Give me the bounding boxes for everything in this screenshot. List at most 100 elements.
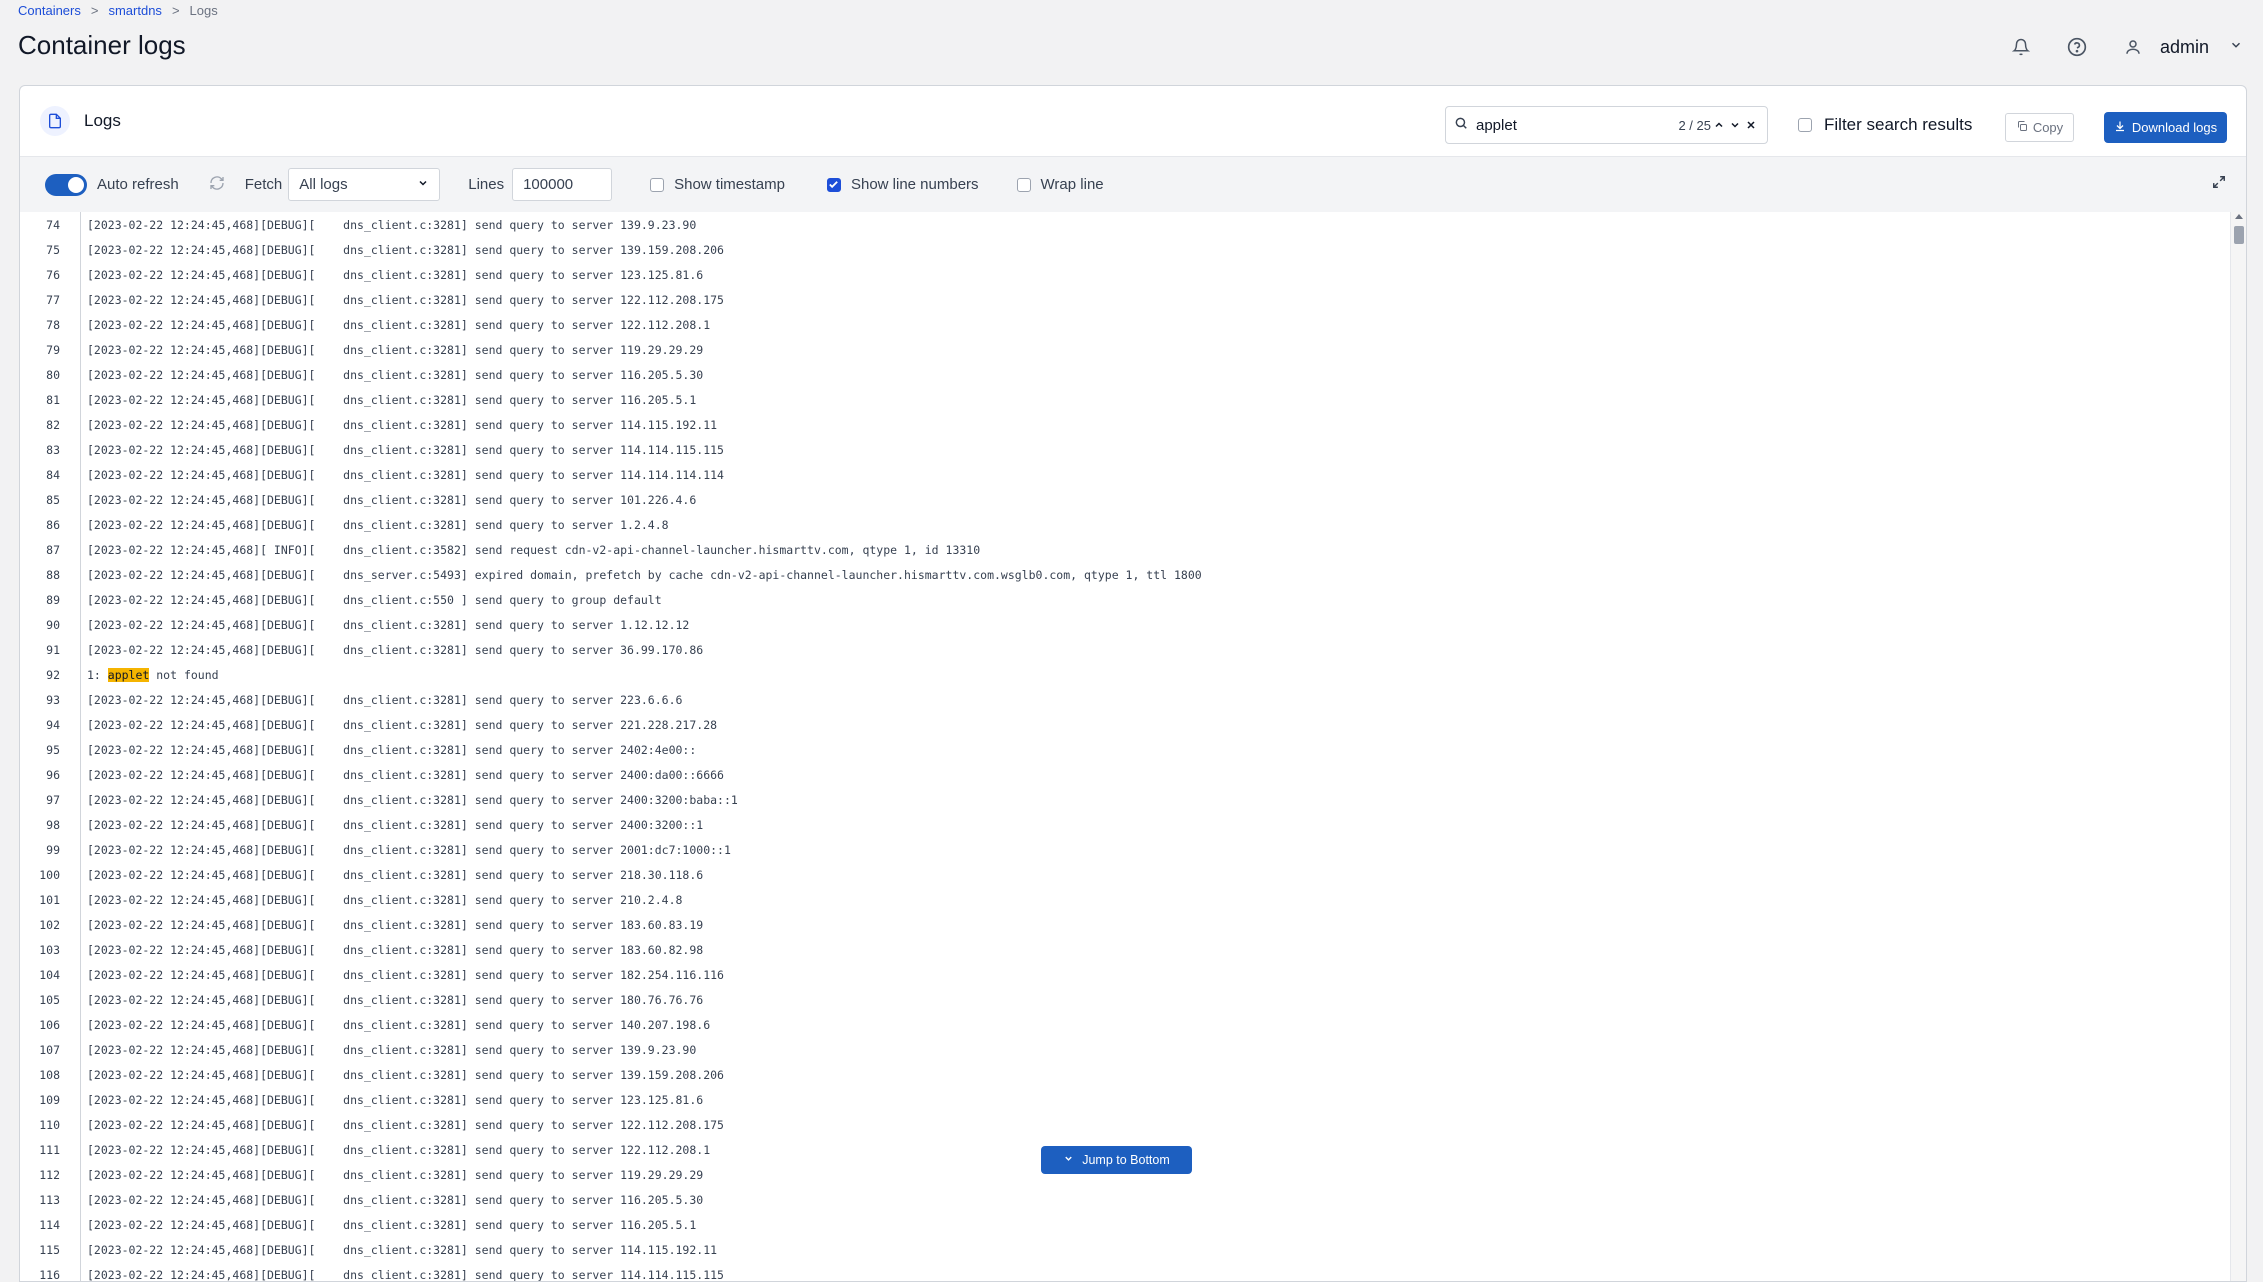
log-line: 98 [2023-02-22 12:24:45,468][DEBUG][ dns_…: [20, 812, 2230, 837]
jump-to-bottom-label: Jump to Bottom: [1082, 1153, 1170, 1167]
log-text: [2023-02-22 12:24:45,468][DEBUG][ dns_cl…: [87, 717, 718, 732]
line-number: 78: [46, 317, 60, 332]
log-text: [2023-02-22 12:24:45,468][DEBUG][ dns_cl…: [87, 267, 704, 282]
lines-input[interactable]: [512, 168, 613, 201]
refresh-icon[interactable]: [209, 175, 225, 195]
card-title: Logs: [84, 111, 121, 130]
search-highlight: applet: [107, 667, 150, 682]
wrap-line-label: Wrap line: [1040, 176, 1104, 193]
log-line: 89 [2023-02-22 12:24:45,468][DEBUG][ dns_…: [20, 587, 2230, 612]
auto-refresh-toggle[interactable]: [45, 173, 87, 196]
log-line: 102 [2023-02-22 12:24:45,468][DEBUG][ dns…: [20, 912, 2230, 937]
log-text: [2023-02-22 12:24:45,468][DEBUG][ dns_cl…: [87, 917, 704, 932]
line-number: 89: [46, 592, 60, 607]
line-number-gutter: [80, 212, 81, 1281]
log-viewer[interactable]: 74 [2023-02-22 12:24:45,468][DEBUG][ dns_…: [20, 212, 2230, 1282]
fetch-label: Fetch: [244, 176, 283, 193]
breadcrumb-containers[interactable]: Containers: [18, 3, 81, 18]
chevron-down-icon: [1063, 1153, 1074, 1167]
log-line: 79 [2023-02-22 12:24:45,468][DEBUG][ dns_…: [20, 337, 2230, 362]
breadcrumb: Containers > smartdns > Logs: [18, 3, 218, 18]
download-logs-button[interactable]: Download logs: [2104, 112, 2227, 143]
scroll-up-arrow-icon[interactable]: [2235, 214, 2243, 219]
log-text: 1: applet not found: [80, 667, 219, 682]
wrap-line[interactable]: Wrap line: [1016, 176, 1104, 193]
log-text: [2023-02-22 12:24:45,468][DEBUG][ dns_cl…: [87, 442, 724, 457]
log-text: [2023-02-22 12:24:45,468][DEBUG][ dns_cl…: [87, 867, 704, 882]
line-number: 106: [39, 1017, 60, 1032]
log-line: 109 [2023-02-22 12:24:45,468][DEBUG][ dns…: [20, 1087, 2230, 1112]
log-line: 106 [2023-02-22 12:24:45,468][DEBUG][ dns…: [20, 1012, 2230, 1037]
fetch-select[interactable]: All logs: [288, 168, 441, 201]
jump-to-bottom-button[interactable]: Jump to Bottom: [1041, 1146, 1192, 1174]
wrap-line-checkbox[interactable]: [1016, 177, 1031, 192]
line-number: 81: [46, 392, 60, 407]
log-text: [2023-02-22 12:24:45,468][DEBUG][ dns_cl…: [87, 367, 704, 382]
log-toolbar: Auto refresh Fetch All logs Lines Show t…: [20, 156, 2246, 212]
bell-icon[interactable]: [2004, 30, 2038, 64]
filter-search-results[interactable]: Filter search results: [1798, 115, 1972, 135]
show-line-numbers[interactable]: Show line numbers: [826, 176, 979, 193]
expand-icon[interactable]: [2212, 175, 2226, 193]
line-number: 84: [46, 467, 60, 482]
chevron-down-icon: [2229, 38, 2243, 57]
line-number: 103: [39, 942, 60, 957]
log-scrollbar[interactable]: [2230, 212, 2246, 1281]
help-icon[interactable]: [2060, 30, 2094, 64]
line-number: 114: [39, 1217, 60, 1232]
filter-label: Filter search results: [1824, 115, 1973, 134]
search-icon: [1454, 116, 1468, 135]
line-number: 113: [39, 1192, 60, 1207]
chevron-down-icon[interactable]: [1727, 117, 1743, 133]
show-timestamp-label: Show timestamp: [674, 176, 785, 193]
auto-refresh-label: Auto refresh: [97, 176, 179, 193]
line-number: 96: [46, 767, 60, 782]
user-icon: [2116, 30, 2150, 64]
breadcrumb-smartdns[interactable]: smartdns: [108, 3, 161, 18]
line-number: 74: [46, 217, 60, 232]
line-number: 109: [39, 1092, 60, 1107]
line-number: 100: [39, 867, 60, 882]
log-text: [2023-02-22 12:24:45,468][DEBUG][ dns_cl…: [87, 767, 724, 782]
line-number: 85: [46, 492, 60, 507]
log-text: [2023-02-22 12:24:45,468][DEBUG][ dns_cl…: [87, 967, 724, 982]
copy-button[interactable]: Copy: [2005, 113, 2074, 142]
close-icon[interactable]: [1743, 117, 1759, 133]
line-number: 76: [46, 267, 60, 282]
show-timestamp[interactable]: Show timestamp: [650, 176, 785, 193]
log-text: [2023-02-22 12:24:45,468][DEBUG][ dns_cl…: [87, 792, 738, 807]
log-text: [2023-02-22 12:24:45,468][DEBUG][ dns_cl…: [87, 492, 697, 507]
chevron-up-icon[interactable]: [1711, 117, 1727, 133]
logs-card: Logs 2 / 25 Filter search results: [19, 85, 2247, 1282]
user-menu[interactable]: admin: [2116, 30, 2243, 64]
log-text: [2023-02-22 12:24:45,468][DEBUG][ dns_cl…: [87, 242, 724, 257]
log-text: [2023-02-22 12:24:45,468][DEBUG][ dns_cl…: [87, 592, 662, 607]
log-line: 85 [2023-02-22 12:24:45,468][DEBUG][ dns_…: [20, 487, 2230, 512]
log-line: 110 [2023-02-22 12:24:45,468][DEBUG][ dns…: [20, 1112, 2230, 1137]
line-number: 75: [46, 242, 60, 257]
filter-checkbox[interactable]: [1798, 118, 1812, 132]
show-line-numbers-checkbox[interactable]: [826, 177, 841, 192]
breadcrumb-separator: >: [90, 3, 99, 18]
search-input[interactable]: [1476, 116, 1676, 134]
header-actions: admin: [2004, 30, 2243, 64]
log-line: 116 [2023-02-22 12:24:45,468][DEBUG][ dns…: [20, 1262, 2230, 1282]
log-text: [2023-02-22 12:24:45,468][DEBUG][ dns_cl…: [87, 942, 704, 957]
log-text: [2023-02-22 12:24:45,468][DEBUG][ dns_cl…: [87, 1167, 704, 1182]
log-line: 76 [2023-02-22 12:24:45,468][DEBUG][ dns_…: [20, 262, 2230, 287]
line-number: 95: [46, 742, 60, 757]
log-text-post: not found: [149, 667, 219, 682]
line-number: 101: [39, 892, 60, 907]
show-timestamp-checkbox[interactable]: [650, 177, 665, 192]
search-match-count: 2 / 25: [1678, 117, 1711, 133]
log-line: 104 [2023-02-22 12:24:45,468][DEBUG][ dns…: [20, 962, 2230, 987]
log-line: 88 [2023-02-22 12:24:45,468][DEBUG][ dns_…: [20, 562, 2230, 587]
log-line: 100 [2023-02-22 12:24:45,468][DEBUG][ dns…: [20, 862, 2230, 887]
scroll-thumb[interactable]: [2234, 226, 2244, 244]
log-line: 95 [2023-02-22 12:24:45,468][DEBUG][ dns_…: [20, 737, 2230, 762]
page-title: Container logs: [18, 30, 186, 60]
log-text: [2023-02-22 12:24:45,468][DEBUG][ dns_cl…: [87, 992, 704, 1007]
line-number: 80: [46, 367, 60, 382]
log-text: [2023-02-22 12:24:45,468][DEBUG][ dns_cl…: [87, 1267, 724, 1282]
line-number: 110: [39, 1117, 60, 1132]
